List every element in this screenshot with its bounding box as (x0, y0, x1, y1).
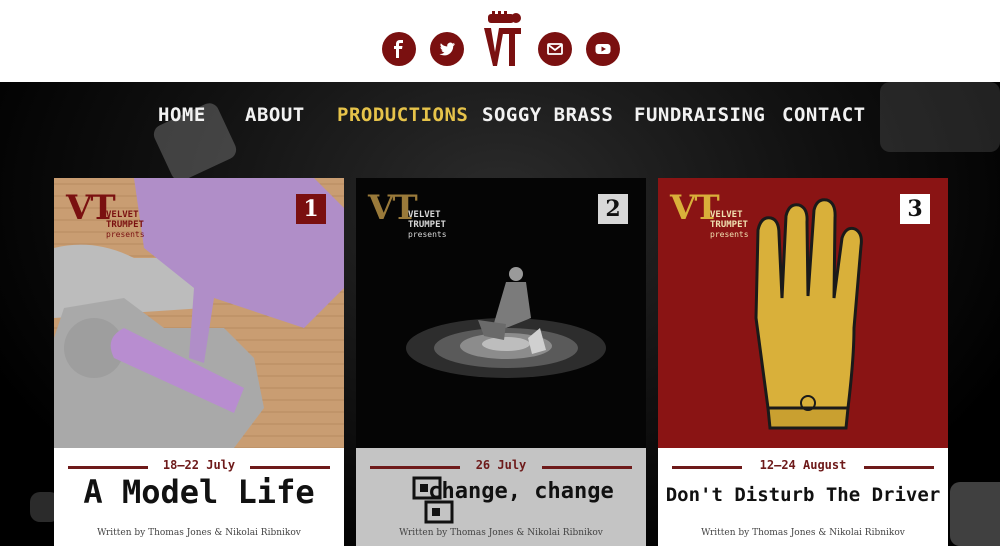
brand-line1: VELVET (408, 210, 441, 220)
production-number: 3 (900, 194, 930, 224)
velvet-trumpet-logo-icon[interactable] (482, 8, 522, 70)
header-bar (0, 0, 1000, 82)
background-shape (950, 482, 1000, 546)
brand-line1: VELVET (710, 210, 743, 220)
production-title[interactable]: A Model Life (54, 475, 344, 510)
production-title[interactable]: change, change (406, 480, 636, 503)
production-card[interactable]: VT VELVET TRUMPET presents 1 18–22 July … (54, 178, 344, 546)
production-card[interactable]: VT VELVET TRUMPET presents 3 12–24 Augus… (658, 178, 948, 546)
production-credit: Written by Thomas Jones & Nikolai Ribnik… (701, 528, 905, 538)
twitter-icon[interactable] (430, 32, 464, 66)
nav-about[interactable]: ABOUT (245, 104, 305, 126)
production-card[interactable]: VT VELVET TRUMPET presents 2 26 July cha… (356, 178, 646, 546)
background-shape (880, 82, 1000, 152)
brand-text: VELVET TRUMPET presents (408, 210, 447, 240)
brand-line2: TRUMPET (106, 220, 144, 230)
brand-text: VELVET TRUMPET presents (710, 210, 749, 240)
poster-image: VT VELVET TRUMPET presents 2 (356, 178, 646, 448)
production-number: 1 (296, 194, 326, 224)
production-caption: 18–22 July A Model Life Written by Thoma… (54, 448, 344, 546)
youtube-icon[interactable] (586, 32, 620, 66)
brand-line2: TRUMPET (710, 220, 748, 230)
nav-fundraising[interactable]: FUNDRAISING (634, 104, 765, 126)
nav-contact[interactable]: CONTACT (782, 104, 866, 126)
poster-image: VT VELVET TRUMPET presents 3 (658, 178, 948, 448)
production-date: 26 July (475, 458, 527, 472)
production-date: 12–24 August (759, 458, 847, 472)
brand-mark: VT VELVET TRUMPET presents (368, 188, 447, 239)
brand-line3: presents (106, 230, 145, 239)
production-caption: 12–24 August Don't Disturb The Driver Wr… (658, 448, 948, 546)
facebook-icon[interactable] (382, 32, 416, 66)
brand-text: VELVET TRUMPET presents (106, 210, 145, 240)
email-icon[interactable] (538, 32, 572, 66)
brand-mark: VT VELVET TRUMPET presents (66, 188, 145, 239)
production-credit: Written by Thomas Jones & Nikolai Ribnik… (97, 528, 301, 538)
brand-line2: TRUMPET (408, 220, 446, 230)
production-number: 2 (598, 194, 628, 224)
nav-home[interactable]: HOME (158, 104, 206, 126)
production-date: 18–22 July (162, 458, 236, 472)
production-caption: 26 July change, change Written by Thomas… (356, 448, 646, 546)
brand-line1: VELVET (106, 210, 139, 220)
nav-soggy-brass[interactable]: SOGGY BRASS (482, 104, 613, 126)
nav-productions[interactable]: PRODUCTIONS (337, 104, 468, 126)
production-credit: Written by Thomas Jones & Nikolai Ribnik… (399, 528, 603, 538)
production-title[interactable]: Don't Disturb The Driver (658, 485, 948, 506)
brand-mark: VT VELVET TRUMPET presents (670, 188, 749, 239)
poster-image: VT VELVET TRUMPET presents 1 (54, 178, 344, 448)
brand-line3: presents (408, 230, 447, 239)
brand-line3: presents (710, 230, 749, 239)
